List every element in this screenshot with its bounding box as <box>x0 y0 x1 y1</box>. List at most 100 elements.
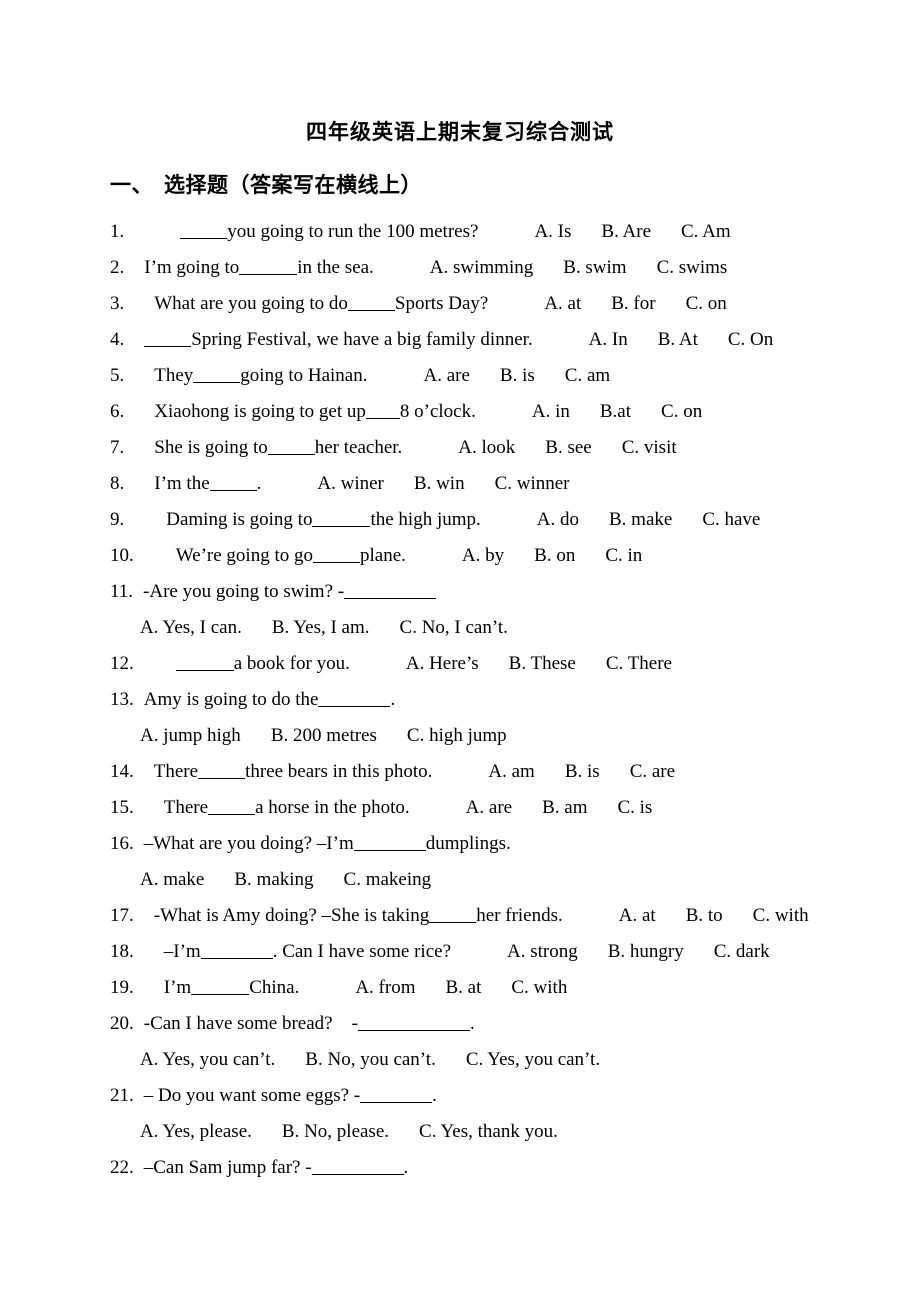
question-options-line: A. Yes, you can’t. B. No, you can’t. C. Ye… <box>110 1042 810 1078</box>
question-option[interactable]: B. At <box>658 329 698 350</box>
question-option[interactable]: C. are <box>630 761 675 782</box>
question-option[interactable]: B. These <box>509 653 576 674</box>
question-option[interactable]: C. Yes, you can’t. <box>466 1049 600 1070</box>
question-option[interactable]: C. visit <box>622 437 677 458</box>
question-option[interactable]: B. on <box>534 545 575 566</box>
question-option[interactable]: A. jump high <box>140 725 241 746</box>
question-option[interactable]: B. is <box>500 365 535 386</box>
question-option[interactable]: A. Yes, please. <box>140 1121 252 1142</box>
answer-blank[interactable] <box>267 440 315 455</box>
question-option[interactable]: B. Are <box>601 221 651 242</box>
question-number: 3. <box>110 293 125 314</box>
question-option[interactable]: B. is <box>565 761 600 782</box>
question-option[interactable]: B. swim <box>563 257 626 278</box>
question-option[interactable]: C. am <box>565 365 610 386</box>
question-option[interactable]: B. see <box>545 437 591 458</box>
answer-blank[interactable] <box>312 512 371 527</box>
question-line: 3. What are you going to do Sports Day? A. … <box>110 286 810 322</box>
question-option[interactable]: B. making <box>234 869 313 890</box>
answer-blank[interactable] <box>200 944 273 959</box>
question-option[interactable]: B. Yes, I am. <box>272 617 370 638</box>
answer-blank[interactable] <box>313 548 360 563</box>
question-stem-pre: There <box>163 797 209 818</box>
question-option[interactable]: B. win <box>414 473 465 494</box>
answer-blank[interactable] <box>191 980 250 995</box>
question-option[interactable]: B.at <box>600 401 631 422</box>
question-option[interactable]: B. to <box>686 905 723 926</box>
question-option[interactable]: C. in <box>605 545 642 566</box>
question-option[interactable]: C. on <box>661 401 702 422</box>
question-option[interactable]: A. look <box>458 437 515 458</box>
question-option[interactable]: C. is <box>617 797 652 818</box>
question-stem-pre: They <box>154 365 194 386</box>
answer-blank[interactable] <box>180 224 228 239</box>
question-option[interactable]: C. with <box>753 905 809 926</box>
question-option[interactable]: C. Am <box>681 221 731 242</box>
question-option[interactable]: C. winner <box>495 473 570 494</box>
question-option[interactable]: A. from <box>355 977 415 998</box>
answer-blank[interactable] <box>347 296 395 311</box>
question-option[interactable]: A. In <box>589 329 628 350</box>
question-option[interactable]: A. strong <box>507 941 578 962</box>
question-option[interactable]: A. am <box>488 761 534 782</box>
question-number: 7. <box>110 437 125 458</box>
answer-blank[interactable] <box>144 332 192 347</box>
answer-blank[interactable] <box>365 404 400 419</box>
answer-blank[interactable] <box>318 692 391 707</box>
question-option[interactable]: B. 200 metres <box>271 725 377 746</box>
question-option[interactable]: C. Yes, thank you. <box>419 1121 558 1142</box>
question-option[interactable]: C. with <box>511 977 567 998</box>
question-line: 7. She is going to her teacher. A. look B. s… <box>110 430 810 466</box>
question-option[interactable]: A. are <box>423 365 469 386</box>
question-option[interactable]: C. makeing <box>344 869 432 890</box>
answer-blank[interactable] <box>353 836 426 851</box>
question-option[interactable]: A. at <box>619 905 656 926</box>
question-line: 22. –Can Sam jump far? -. <box>110 1150 810 1186</box>
answer-blank[interactable] <box>175 656 234 671</box>
answer-blank[interactable] <box>193 368 241 383</box>
question-option[interactable]: C. dark <box>714 941 770 962</box>
question-option[interactable]: A. are <box>466 797 512 818</box>
question-option[interactable]: C. There <box>606 653 672 674</box>
question-option[interactable]: B. at <box>445 977 481 998</box>
question-line: 9. Daming is going to the high jump. A. do B… <box>110 502 810 538</box>
question-stem-post: . <box>256 473 262 494</box>
answer-blank[interactable] <box>344 584 437 599</box>
answer-blank[interactable] <box>209 476 257 491</box>
question-option[interactable]: C. On <box>728 329 773 350</box>
question-option[interactable]: A. Here’s <box>406 653 479 674</box>
answer-blank[interactable] <box>429 908 477 923</box>
question-option[interactable]: C. swims <box>657 257 728 278</box>
question-option[interactable]: A. Is <box>534 221 571 242</box>
question-option[interactable]: A. swimming <box>430 257 533 278</box>
question-stem-post: dumplings. <box>425 833 511 854</box>
answer-blank[interactable] <box>198 764 246 779</box>
question-option[interactable]: B. No, you can’t. <box>305 1049 436 1070</box>
question-option[interactable]: C. No, I can’t. <box>400 617 508 638</box>
answer-blank[interactable] <box>311 1160 404 1175</box>
answer-blank[interactable] <box>239 260 298 275</box>
question-option[interactable]: C. on <box>686 293 727 314</box>
question-number: 5. <box>110 365 125 386</box>
question-option[interactable]: A. by <box>462 545 504 566</box>
answer-blank[interactable] <box>357 1016 470 1031</box>
question-option[interactable]: C. high jump <box>407 725 507 746</box>
answer-blank[interactable] <box>208 800 256 815</box>
question-option[interactable]: A. in <box>532 401 570 422</box>
question-option[interactable]: A. at <box>544 293 581 314</box>
question-stem-post: Spring Festival, we have a big family di… <box>191 329 533 350</box>
question-option[interactable]: B. hungry <box>608 941 684 962</box>
question-number: 15. <box>110 797 134 818</box>
question-option[interactable]: B. make <box>609 509 672 530</box>
answer-blank[interactable] <box>360 1088 433 1103</box>
question-option[interactable]: A. Yes, you can’t. <box>140 1049 275 1070</box>
question-option[interactable]: A. make <box>140 869 204 890</box>
question-option[interactable]: C. have <box>702 509 760 530</box>
question-option[interactable]: A. do <box>537 509 579 530</box>
question-option[interactable]: A. Yes, I can. <box>140 617 242 638</box>
question-option[interactable]: A. winer <box>317 473 383 494</box>
question-option[interactable]: B. for <box>611 293 655 314</box>
question-stem-post: going to Hainan. <box>240 365 368 386</box>
question-option[interactable]: B. No, please. <box>282 1121 389 1142</box>
question-option[interactable]: B. am <box>542 797 587 818</box>
